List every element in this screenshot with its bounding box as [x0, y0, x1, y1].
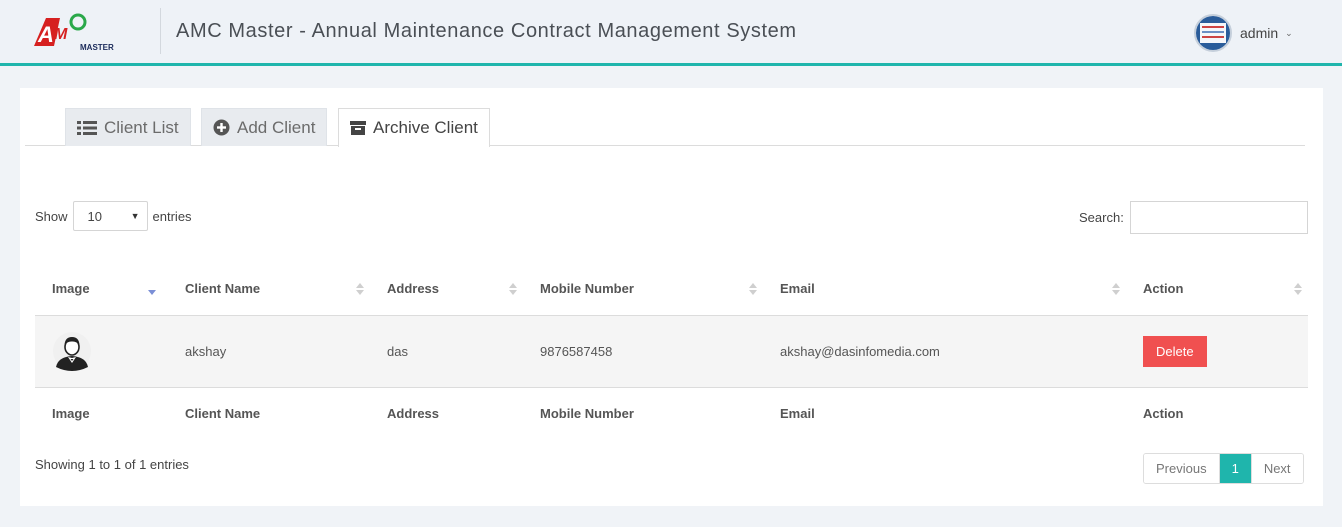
- email-cell: akshay@dasinfomedia.com: [763, 315, 1126, 387]
- table-header-row: Image Client Name Address Mobile Number …: [35, 263, 1308, 316]
- search-input[interactable]: [1129, 201, 1308, 234]
- footer-action: Action: [1126, 386, 1308, 439]
- amc-master-logo[interactable]: A M MASTER: [30, 12, 120, 54]
- client-image-cell: [35, 315, 168, 387]
- main-panel: Client List Add Client Archive Client Sh…: [20, 88, 1323, 506]
- footer-email: Email: [763, 386, 1126, 439]
- client-name-cell: akshay: [168, 315, 370, 387]
- previous-page-button[interactable]: Previous: [1144, 454, 1220, 483]
- mobile-number-cell: 9876587458: [523, 315, 763, 387]
- next-page-button[interactable]: Next: [1250, 454, 1303, 483]
- client-table: Image Client Name Address Mobile Number …: [35, 263, 1308, 439]
- svg-text:A: A: [37, 22, 54, 47]
- plus-circle-icon: [213, 119, 230, 136]
- pagination: Previous 1 Next: [1143, 453, 1304, 484]
- svg-text:M: M: [54, 26, 68, 43]
- page-size-select[interactable]: 10 ▼: [72, 201, 148, 231]
- column-header-email[interactable]: Email: [763, 263, 1126, 316]
- svg-text:MASTER: MASTER: [80, 43, 114, 52]
- column-header-client-name[interactable]: Client Name: [168, 263, 370, 316]
- sort-icon: [509, 283, 517, 295]
- tab-label: Add Client: [237, 117, 316, 137]
- action-cell: Delete: [1126, 315, 1308, 387]
- entries-label: entries: [152, 208, 192, 224]
- app-title: AMC Master - Annual Maintenance Contract…: [176, 20, 797, 42]
- user-name[interactable]: admin: [1240, 25, 1278, 41]
- user-avatar[interactable]: [1194, 14, 1232, 52]
- list-icon: [77, 120, 97, 135]
- column-header-action[interactable]: Action: [1126, 263, 1308, 316]
- user-silhouette-icon: [53, 332, 91, 371]
- tab-archive-client[interactable]: Archive Client: [338, 108, 490, 147]
- sort-icon: [749, 283, 757, 295]
- search-control: Search:: [1079, 201, 1308, 234]
- search-label: Search:: [1079, 210, 1124, 225]
- footer-address: Address: [370, 386, 523, 439]
- tab-add-client[interactable]: Add Client: [201, 108, 328, 146]
- sort-desc-icon: [148, 290, 156, 295]
- sort-icon: [1112, 283, 1120, 295]
- page-size-control: Show 10 ▼ entries: [35, 201, 192, 231]
- footer-image: Image: [35, 386, 168, 439]
- column-header-image[interactable]: Image: [35, 263, 168, 316]
- tab-bar: Client List Add Client Archive Client: [25, 108, 1305, 147]
- show-label: Show: [35, 208, 68, 224]
- sort-icon: [1294, 283, 1302, 295]
- address-cell: das: [370, 315, 523, 387]
- sort-icon: [356, 283, 364, 295]
- column-header-mobile-number[interactable]: Mobile Number: [523, 263, 763, 316]
- logo-divider: [160, 8, 161, 54]
- footer-client-name: Client Name: [168, 386, 370, 439]
- delete-button[interactable]: Delete: [1143, 335, 1207, 367]
- page-size-value: 10: [87, 208, 102, 224]
- user-menu[interactable]: admin ⌄: [1194, 13, 1293, 53]
- tab-client-list[interactable]: Client List: [65, 108, 191, 146]
- table-footer-row: Image Client Name Address Mobile Number …: [35, 386, 1308, 439]
- table-row: akshay das 9876587458 akshay@dasinfomedi…: [35, 315, 1308, 387]
- column-header-address[interactable]: Address: [370, 263, 523, 316]
- top-bar: A M MASTER AMC Master - Annual Maintenan…: [0, 0, 1342, 66]
- tab-label: Archive Client: [373, 118, 478, 137]
- footer-mobile-number: Mobile Number: [523, 386, 763, 439]
- table-info: Showing 1 to 1 of 1 entries: [35, 457, 189, 472]
- tab-label: Client List: [104, 117, 179, 137]
- page-1-button[interactable]: 1: [1219, 454, 1251, 483]
- dropdown-arrow-icon: ▼: [130, 211, 140, 221]
- chevron-down-icon[interactable]: ⌄: [1285, 28, 1293, 39]
- archive-icon: [350, 121, 366, 135]
